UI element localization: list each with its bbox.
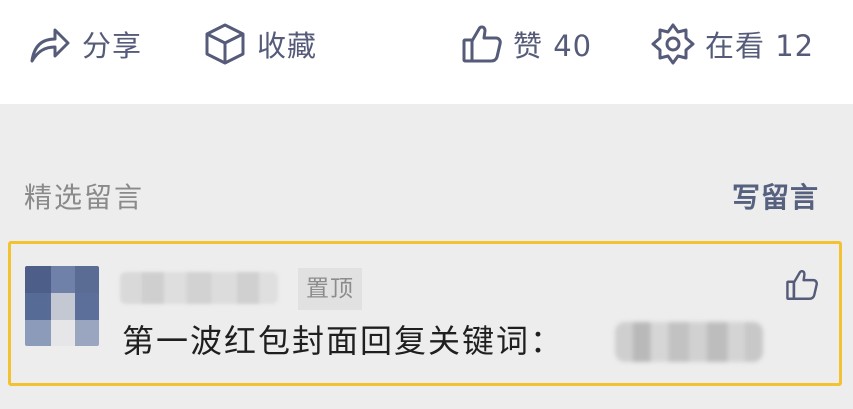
watching-label: 在看 12 (705, 29, 815, 63)
comment-text: 第一波红包封面回复关键词： (122, 322, 565, 360)
featured-comments-title: 精选留言 (24, 181, 145, 214)
write-comment-link[interactable]: 写留言 (732, 176, 819, 216)
thumbs-up-icon (462, 25, 502, 63)
share-icon (30, 28, 70, 63)
avatar[interactable] (25, 266, 99, 346)
like-button[interactable]: 赞 40 (461, 18, 592, 70)
collect-label: 收藏 (257, 29, 318, 63)
watching-button[interactable]: 在看 12 (651, 18, 814, 70)
comment-keyword-blurred (615, 322, 763, 362)
pinned-badge: 置顶 (298, 268, 362, 310)
pinned-comment: 置顶 第一波红包封面回复关键词： (8, 241, 842, 386)
commenter-nickname-blurred (120, 272, 278, 304)
share-label: 分享 (82, 29, 143, 63)
share-button[interactable]: 分享 (28, 18, 142, 70)
comment-like-button[interactable] (785, 268, 819, 306)
collect-button[interactable]: 收藏 (203, 18, 317, 70)
article-action-bar: 分享 收藏 赞 40 在看 12 (0, 0, 853, 104)
star-flower-icon (651, 23, 695, 65)
thumbs-up-icon (786, 270, 818, 300)
like-label: 赞 40 (513, 29, 593, 63)
cube-icon (205, 23, 245, 65)
